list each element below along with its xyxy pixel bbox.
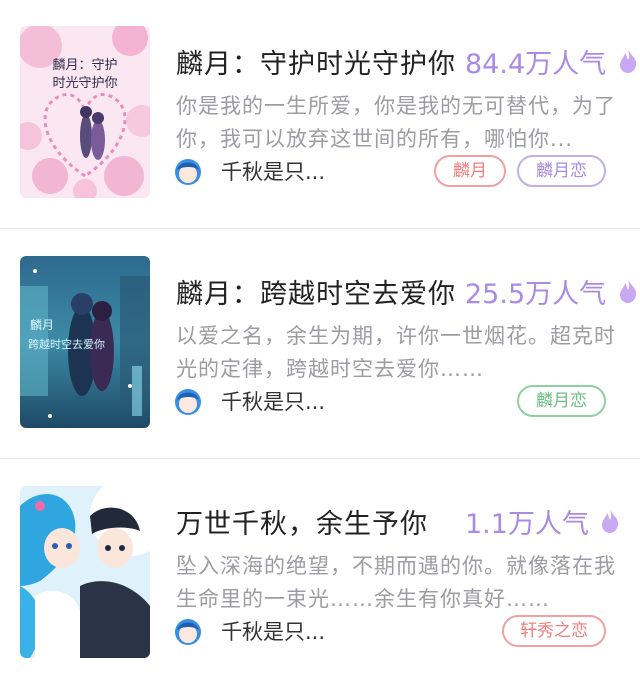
popularity-count: 84.4万人气 [465,49,607,80]
book-cover[interactable] [20,486,150,658]
author-name[interactable]: 千秋是只... [221,616,325,646]
book-card[interactable]: 麟月 跨越时空去爱你 麟月：跨越时空去爱你 25.5万人气 以爱之名，余生为期，… [0,230,640,458]
cover-art [20,486,150,658]
tag-chip[interactable]: 麟月恋 [517,155,606,187]
book-list: 麟月：守护 时光守护你 麟月：守护时光守护你 84.4万人气 你是我的一生所爱，… [0,0,640,688]
cover-art [20,26,150,198]
cover-title-line-1: 麟月 [30,318,55,332]
flame-icon [620,49,637,73]
book-description: 坠入深海的绝望，不期而遇的你。就像落在我生命里的一束光……余生有你真好…… [176,554,616,611]
book-card[interactable]: 麟月：守护 时光守护你 麟月：守护时光守护你 84.4万人气 你是我的一生所爱，… [0,0,640,228]
flame-icon [620,279,637,303]
author-avatar[interactable] [174,158,202,186]
book-description: 你是我的一生所爱，你是我的无可替代，为了你，我可以放弃这世间的所有，哪怕你... [176,94,616,151]
cover-title-line-2: 跨越时空去爱你 [28,338,105,351]
book-description: 以爱之名，余生为期，许你一世烟花。超克时光的定律，跨越时空去爱你…… [176,324,616,381]
tag-chip[interactable]: 轩秀之恋 [502,615,606,647]
tag-chip[interactable]: 麟月恋 [517,385,606,417]
popularity-count: 25.5万人气 [465,279,607,310]
book-cover[interactable]: 麟月 跨越时空去爱你 [20,256,150,428]
cover-title-line-2: 时光守护你 [52,76,118,91]
cover-title-line-1: 麟月：守护 [52,58,118,73]
author-avatar[interactable] [174,618,202,646]
book-title[interactable]: 万世千秋，余生予你 [176,502,428,541]
popularity-count: 1.1万人气 [465,509,589,540]
tag-chip[interactable]: 麟月 [434,155,506,187]
author-name[interactable]: 千秋是只... [221,156,325,186]
card-divider [0,228,640,229]
author-avatar[interactable] [174,388,202,416]
author-name[interactable]: 千秋是只... [221,386,325,416]
book-title[interactable]: 麟月：守护时光守护你 [176,42,456,81]
card-divider [0,458,640,459]
flame-icon [602,509,619,533]
book-title[interactable]: 麟月：跨越时空去爱你 [176,272,456,311]
book-card[interactable]: 万世千秋，余生予你 1.1万人气 坠入深海的绝望，不期而遇的你。就像落在我生命里… [0,460,640,688]
book-cover[interactable]: 麟月：守护 时光守护你 [20,26,150,198]
